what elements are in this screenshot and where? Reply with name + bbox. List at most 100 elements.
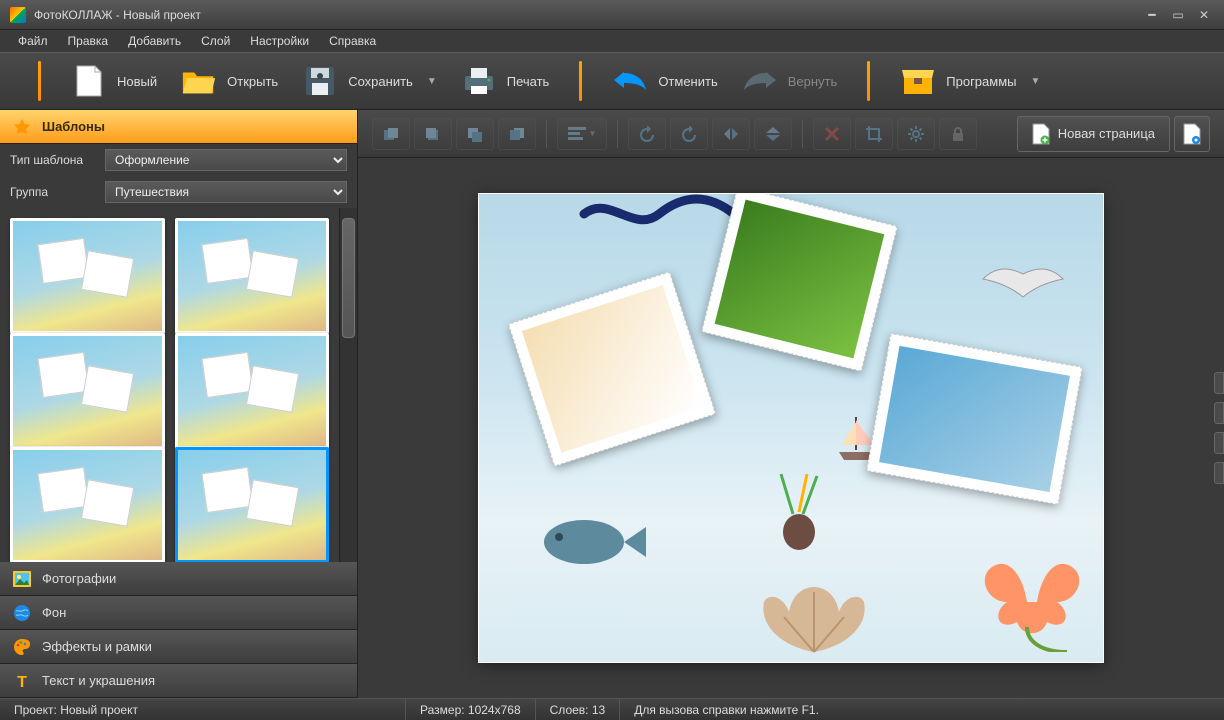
seagull-clipart[interactable] <box>973 254 1073 304</box>
new-page-icon <box>1032 123 1050 145</box>
print-button[interactable]: Печать <box>449 57 562 105</box>
accordion-background[interactable]: Фон <box>0 596 357 630</box>
template-type-select[interactable]: Оформление <box>105 149 347 171</box>
photo-icon <box>12 569 32 589</box>
bring-to-front-button[interactable] <box>372 118 410 150</box>
save-button[interactable]: Сохранить ▼ <box>290 57 449 105</box>
flip-horizontal-button[interactable] <box>712 118 750 150</box>
title-bar: ФотоКОЛЛАЖ - Новый проект ━ ▭ ✕ <box>0 0 1224 30</box>
template-group-label: Группа <box>10 185 95 199</box>
template-thumb[interactable] <box>10 447 165 562</box>
accordion-effects[interactable]: Эффекты и рамки <box>0 630 357 664</box>
programs-label: Программы <box>946 74 1016 89</box>
undo-label: Отменить <box>658 74 717 89</box>
main-area: Шаблоны Тип шаблона Оформление Группа Пу… <box>0 110 1224 698</box>
canvas-toolbar: ▼ Новая страница <box>358 110 1224 158</box>
delete-button[interactable] <box>813 118 851 150</box>
status-size: Размер: 1024x768 <box>406 699 536 720</box>
accordion-background-label: Фон <box>42 605 66 620</box>
template-type-label: Тип шаблона <box>10 153 95 167</box>
canvas[interactable] <box>479 194 1103 662</box>
send-backward-button[interactable] <box>456 118 494 150</box>
programs-button[interactable]: Программы ▼ <box>888 57 1052 105</box>
template-thumb[interactable] <box>175 218 330 334</box>
photo-frame[interactable] <box>866 333 1082 505</box>
sidebar: Шаблоны Тип шаблона Оформление Группа Пу… <box>0 110 358 698</box>
send-to-back-button[interactable] <box>498 118 536 150</box>
cocktail-clipart[interactable] <box>769 472 829 552</box>
main-toolbar: Новый Открыть Сохранить ▼ Печать Отменит… <box>0 52 1224 110</box>
crop-button[interactable] <box>855 118 893 150</box>
minimize-button[interactable]: ━ <box>1142 5 1162 25</box>
side-handle[interactable] <box>1214 402 1224 424</box>
template-thumb[interactable] <box>10 333 165 449</box>
floppy-disk-icon <box>302 63 338 99</box>
settings-button[interactable] <box>897 118 935 150</box>
redo-label: Вернуть <box>788 74 838 89</box>
print-label: Печать <box>507 74 550 89</box>
template-thumb-selected[interactable] <box>175 447 330 562</box>
menu-file[interactable]: Файл <box>8 31 58 51</box>
page-settings-button[interactable] <box>1174 116 1210 152</box>
redo-icon <box>742 63 778 99</box>
chevron-down-icon: ▼ <box>427 76 437 87</box>
flower-clipart[interactable] <box>957 532 1097 652</box>
side-handle[interactable] <box>1214 432 1224 454</box>
toolbar-separator <box>867 61 870 101</box>
new-page-button[interactable]: Новая страница <box>1017 116 1170 152</box>
rotate-right-button[interactable] <box>670 118 708 150</box>
printer-icon <box>461 63 497 99</box>
accordion-effects-label: Эффекты и рамки <box>42 639 152 654</box>
window-title: ФотоКОЛЛАЖ - Новый проект <box>34 8 1136 22</box>
scrollbar[interactable] <box>339 208 357 562</box>
menu-help[interactable]: Справка <box>319 31 386 51</box>
menu-add[interactable]: Добавить <box>118 31 191 51</box>
lock-button[interactable] <box>939 118 977 150</box>
template-group-select[interactable]: Путешествия <box>105 181 347 203</box>
redo-button[interactable]: Вернуть <box>730 57 850 105</box>
scrollbar-thumb[interactable] <box>342 218 355 338</box>
menu-layer[interactable]: Слой <box>191 31 240 51</box>
seashell-clipart[interactable] <box>749 577 879 657</box>
open-button[interactable]: Открыть <box>169 57 290 105</box>
maximize-button[interactable]: ▭ <box>1168 5 1188 25</box>
bring-forward-button[interactable] <box>414 118 452 150</box>
photo-frame[interactable] <box>701 194 897 372</box>
save-label: Сохранить <box>348 74 413 89</box>
canvas-viewport[interactable] <box>358 158 1224 698</box>
fish-clipart[interactable] <box>529 502 649 582</box>
accordion-photos[interactable]: Фотографии <box>0 562 357 596</box>
flip-vertical-button[interactable] <box>754 118 792 150</box>
align-button[interactable]: ▼ <box>557 118 607 150</box>
status-help-hint: Для вызова справки нажмите F1. <box>620 699 833 720</box>
chevron-down-icon: ▼ <box>1031 76 1041 87</box>
new-page-label: Новая страница <box>1058 126 1155 141</box>
accordion-text[interactable]: T Текст и украшения <box>0 664 357 698</box>
text-icon: T <box>12 671 32 691</box>
separator <box>802 120 803 148</box>
undo-button[interactable]: Отменить <box>600 57 729 105</box>
folder-open-icon <box>181 63 217 99</box>
menu-edit[interactable]: Правка <box>58 31 119 51</box>
menu-settings[interactable]: Настройки <box>240 31 319 51</box>
template-thumb[interactable] <box>10 218 165 334</box>
toolbar-separator <box>579 61 582 101</box>
accordion-templates[interactable]: Шаблоны <box>0 110 357 144</box>
template-thumb[interactable] <box>175 333 330 449</box>
palette-icon <box>12 637 32 657</box>
side-handle[interactable] <box>1214 372 1224 394</box>
status-bar: Проект: Новый проект Размер: 1024x768 Сл… <box>0 698 1224 720</box>
svg-text:T: T <box>17 674 27 690</box>
side-handle[interactable] <box>1214 462 1224 484</box>
photo-frame[interactable] <box>508 271 716 466</box>
status-layers: Слоев: 13 <box>536 699 621 720</box>
separator <box>617 120 618 148</box>
box-icon <box>900 63 936 99</box>
app-icon <box>10 7 26 23</box>
toolbar-separator <box>38 61 41 101</box>
new-file-icon <box>71 63 107 99</box>
rotate-left-button[interactable] <box>628 118 666 150</box>
menu-bar: Файл Правка Добавить Слой Настройки Спра… <box>0 30 1224 52</box>
close-button[interactable]: ✕ <box>1194 5 1214 25</box>
new-button[interactable]: Новый <box>59 57 169 105</box>
